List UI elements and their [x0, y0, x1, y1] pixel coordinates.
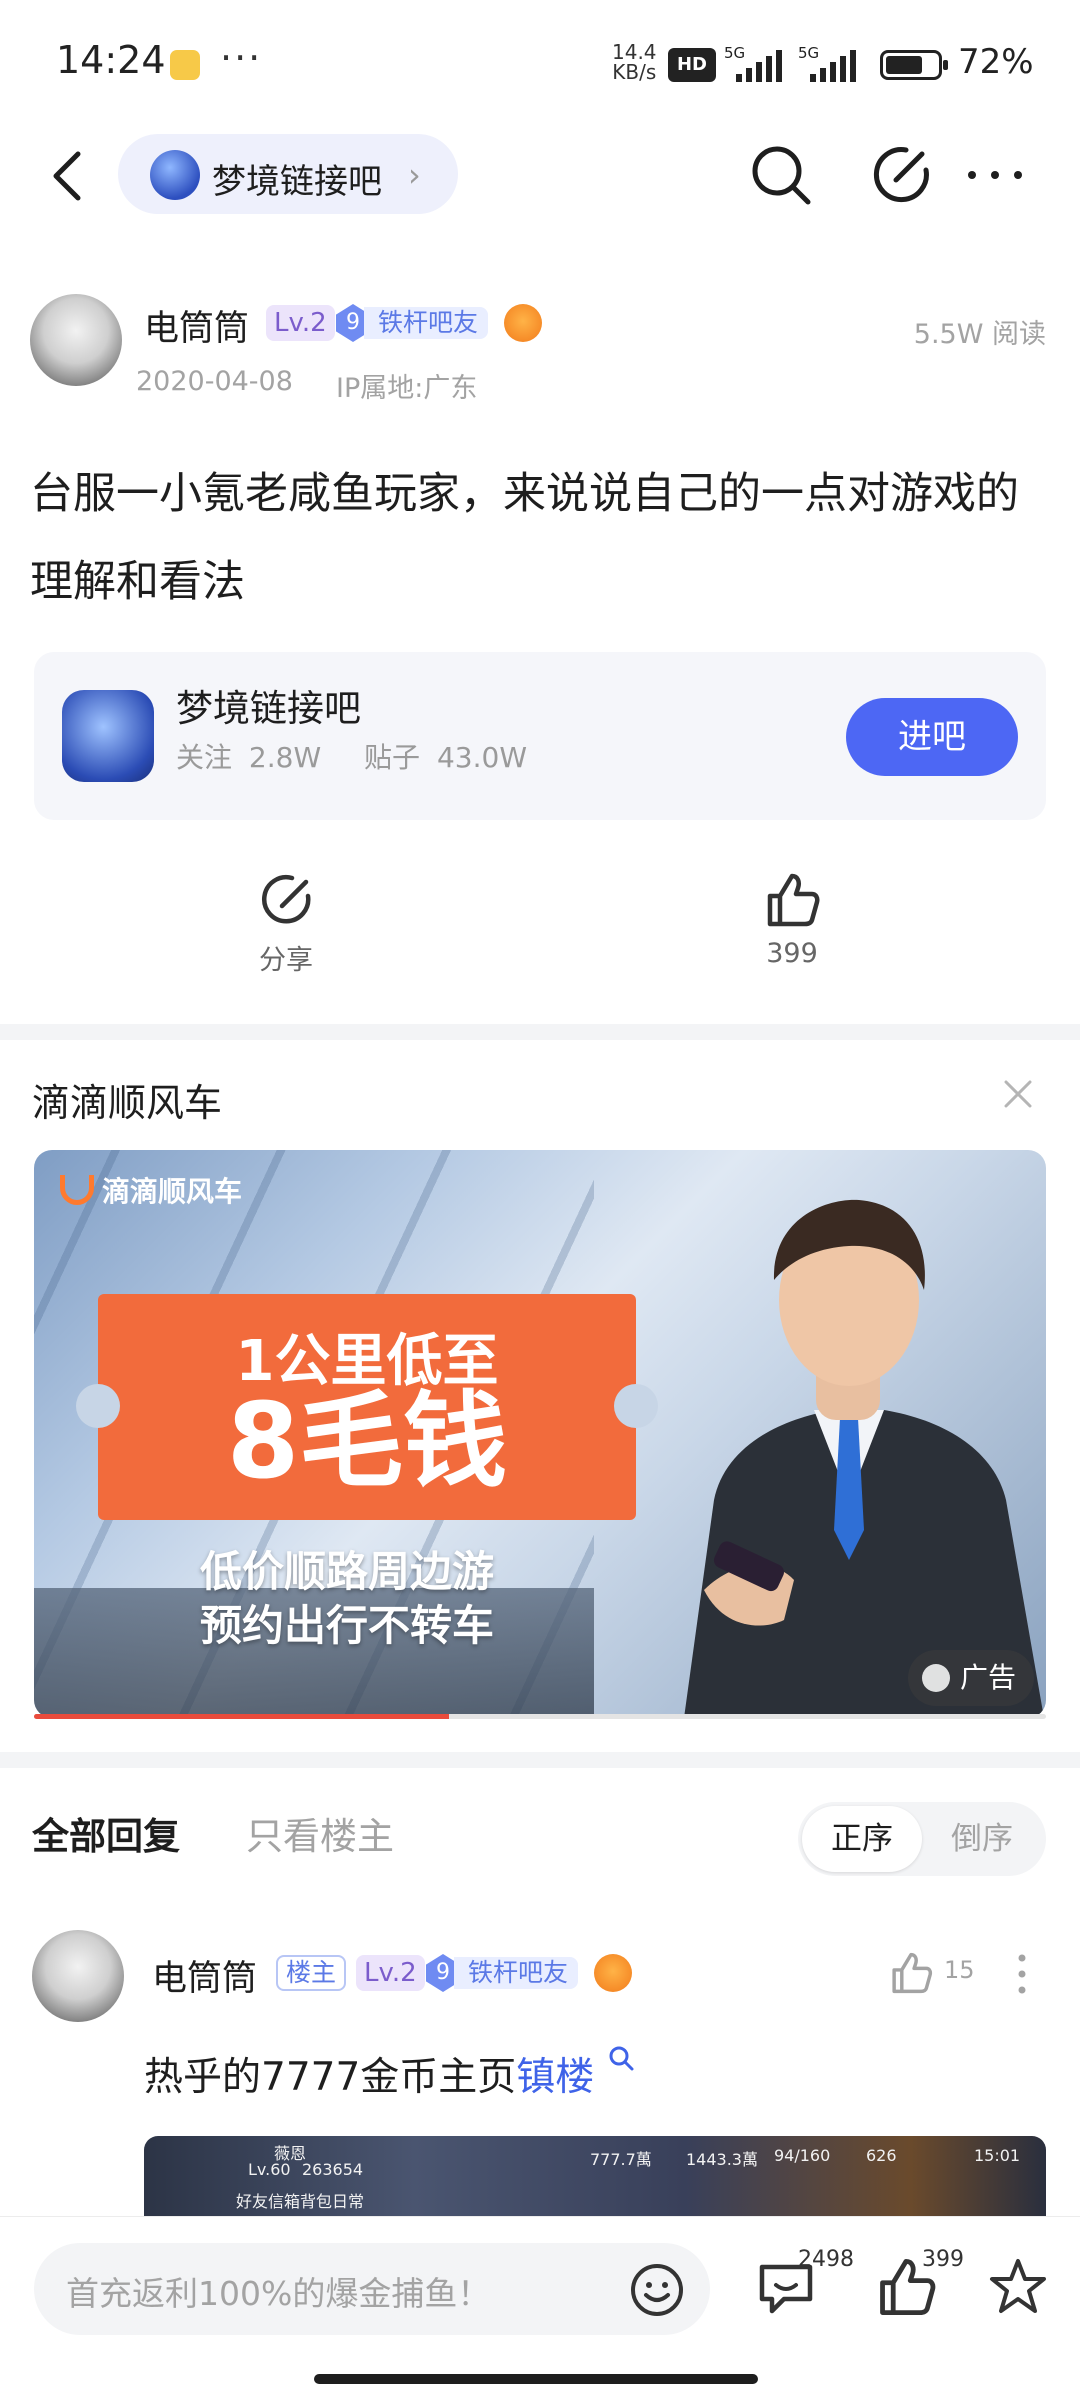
author-avatar[interactable]: [30, 294, 122, 386]
forum-link-pill[interactable]: 梦境链接吧 ›: [118, 134, 458, 214]
svg-text:5G: 5G: [724, 44, 745, 62]
ad-banner[interactable]: 滴滴顺风车 1公里低至 8毛钱 低价顺路周边游 预约出行不转车 广告: [34, 1150, 1046, 1718]
status-bar: 14:24 ··· 14.4 KB/s HD 5G 5G 72%: [0, 0, 1080, 120]
view-count: 5.5W 阅读: [913, 319, 1046, 350]
order-desc-option[interactable]: 倒序: [922, 1806, 1042, 1872]
thumbs-up-icon: [767, 873, 820, 927]
reply-more-icon[interactable]: [1012, 1952, 1032, 1996]
ip-location: IP属地:广东: [336, 373, 478, 404]
close-icon[interactable]: [1000, 1076, 1036, 1112]
comment-placeholder: 首充返利100%的爆金捕鱼！: [66, 2274, 491, 2313]
forum-card-avatar: [62, 690, 154, 782]
reply-author-avatar[interactable]: [32, 1930, 124, 2022]
ad-subtext-2: 预约出行不转车: [200, 1601, 495, 1650]
reply-emblem-icon: [594, 1954, 632, 1992]
reply-like-count: 15: [944, 1956, 975, 1984]
comment-input[interactable]: 首充返利100%的爆金捕鱼！: [34, 2243, 710, 2335]
ad-subtext-1: 低价顺路周边游: [200, 1547, 495, 1596]
top-nav: 梦境链接吧 ›: [0, 120, 1080, 230]
emblem-icon: [504, 304, 542, 342]
forum-name: 梦境链接吧: [212, 162, 382, 202]
chevron-right-icon: ›: [408, 156, 421, 194]
level-badge: Lv.2: [266, 305, 335, 341]
didi-logo-icon: [60, 1175, 94, 1205]
ad-brand: 滴滴顺风车: [60, 1170, 242, 1210]
back-icon[interactable]: [40, 146, 100, 206]
like-action[interactable]: 399: [732, 870, 852, 969]
post-date: 2020-04-08: [136, 366, 293, 397]
share-action[interactable]: 分享: [226, 870, 346, 977]
order-asc-option[interactable]: 正序: [802, 1806, 922, 1872]
ad-model-image: [684, 1199, 1044, 1718]
battery-percent: 72%: [958, 42, 1034, 82]
owner-tag: 楼主: [276, 1955, 347, 1991]
reply-author-name[interactable]: 电筒筒: [152, 1950, 257, 2001]
reply-level-badge: Lv.2: [356, 1955, 425, 1991]
tab-owner-only[interactable]: 只看楼主: [246, 1806, 394, 1860]
comment-count: 2498: [798, 2247, 854, 2272]
reply-like-button[interactable]: 15: [888, 1950, 975, 2000]
share-icon[interactable]: [866, 140, 936, 210]
ad-headline-2: 8毛钱: [226, 1380, 508, 1502]
forum-card-stats: 关注 2.8W 贴子 43.0W: [176, 741, 527, 774]
search-link-icon[interactable]: [607, 2044, 635, 2072]
section-divider: [0, 1024, 1080, 1040]
status-time: 14:24: [56, 38, 166, 82]
thumbs-up-icon: [892, 1952, 933, 1994]
author-name[interactable]: 电筒筒: [144, 300, 249, 351]
enter-forum-button[interactable]: 进吧: [846, 698, 1018, 776]
more-notifications-icon: ···: [220, 36, 263, 80]
hd-voice-icon: HD: [668, 48, 716, 82]
share-label: 分享: [259, 945, 313, 976]
forum-avatar: [150, 150, 200, 200]
svg-text:5G: 5G: [798, 44, 819, 62]
bottom-like-count: 399: [922, 2247, 964, 2272]
ad-title: 滴滴顺风车: [32, 1081, 223, 1125]
share-icon: [262, 875, 311, 924]
like-count: 399: [766, 938, 818, 969]
ad-progress-bar: [34, 1714, 1046, 1719]
forum-card-name: 梦境链接吧: [176, 687, 361, 730]
reply-text: 热乎的7777金币主页镇楼: [144, 2044, 635, 2102]
home-indicator[interactable]: [314, 2374, 758, 2384]
signal-icon-1: 5G: [724, 44, 782, 82]
ad-ticket: 1公里低至 8毛钱: [76, 1294, 658, 1520]
battery-icon: [880, 50, 948, 80]
tab-all-replies[interactable]: 全部回复: [32, 1806, 180, 1860]
search-icon[interactable]: [746, 140, 816, 210]
ad-label: 广告: [908, 1650, 1034, 1706]
section-divider: [0, 1752, 1080, 1768]
reply-link[interactable]: 镇楼: [516, 2055, 594, 2100]
forum-card[interactable]: 梦境链接吧 关注 2.8W 贴子 43.0W 进吧: [34, 652, 1046, 820]
star-icon[interactable]: [986, 2255, 1050, 2319]
ad-mark-icon: [922, 1664, 950, 1692]
reply-image[interactable]: 薇恩 Lv.60 263654 好友 信箱 背包 日常 777.7萬 1443.…: [144, 2136, 1046, 2216]
signal-icon-2: 5G: [798, 44, 856, 82]
emoji-icon[interactable]: [628, 2261, 686, 2319]
network-speed: 14.4 KB/s: [612, 40, 657, 84]
sort-order-toggle[interactable]: 正序 倒序: [798, 1802, 1046, 1876]
notification-app-icon: [170, 50, 200, 80]
more-icon[interactable]: [960, 140, 1030, 210]
post-title: 台服一小氪老咸鱼玩家，来说说自己的一点对游戏的理解和看法: [30, 469, 1019, 607]
